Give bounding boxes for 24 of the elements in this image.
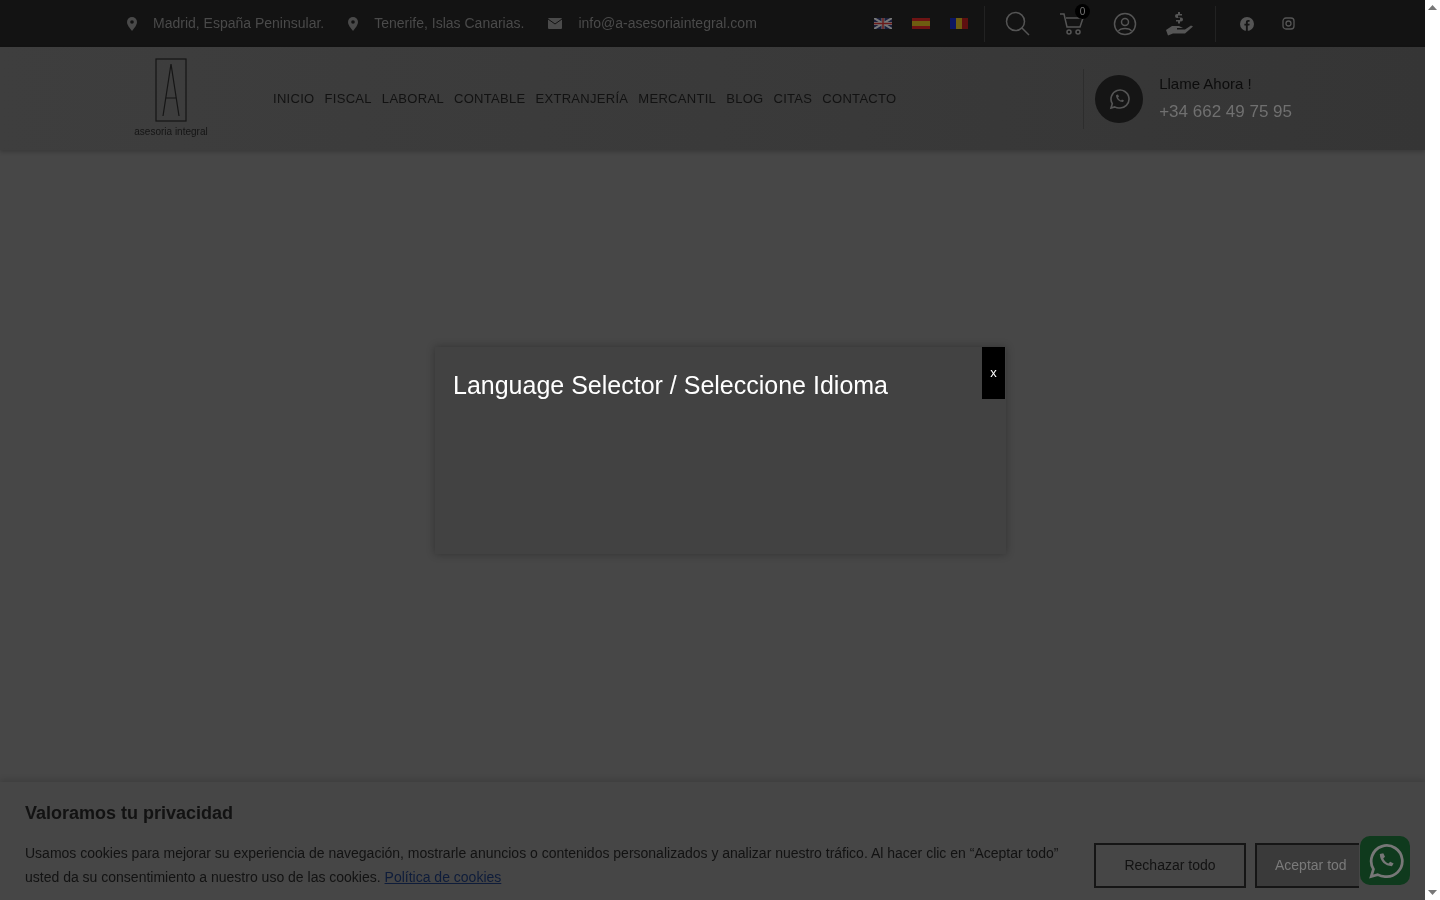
whatsapp-icon xyxy=(1108,87,1131,110)
scroll-down-icon[interactable] xyxy=(1428,890,1437,895)
location-pin-icon xyxy=(348,16,359,31)
logo-a-icon xyxy=(155,58,187,122)
close-button[interactable]: x xyxy=(982,347,1005,399)
instagram-icon[interactable] xyxy=(1282,17,1295,30)
hand-dollar-icon[interactable] xyxy=(1165,9,1195,38)
user-icon[interactable] xyxy=(1113,11,1137,36)
cookie-policy-link[interactable]: Política de cookies xyxy=(384,869,502,885)
romania-flag-icon[interactable] xyxy=(950,18,968,29)
search-icon[interactable] xyxy=(1005,10,1031,37)
spain-flag-icon[interactable] xyxy=(912,18,930,29)
envelope-icon xyxy=(548,18,563,29)
modal-title: Language Selector / Seleccione Idioma xyxy=(453,370,888,401)
cart-count-badge: 0 xyxy=(1075,3,1090,19)
phone-number[interactable]: +34 662 49 75 95 xyxy=(1159,99,1292,125)
location-pin-icon xyxy=(127,16,137,31)
scrollbar[interactable] xyxy=(1425,0,1440,900)
scroll-up-icon[interactable] xyxy=(1428,5,1437,10)
facebook-icon[interactable] xyxy=(1240,16,1254,31)
whatsapp-button[interactable] xyxy=(1360,836,1410,885)
uk-flag-icon[interactable] xyxy=(874,18,892,29)
whatsapp-icon xyxy=(1366,841,1404,880)
accept-all-button[interactable]: Aceptar tod xyxy=(1255,843,1359,888)
